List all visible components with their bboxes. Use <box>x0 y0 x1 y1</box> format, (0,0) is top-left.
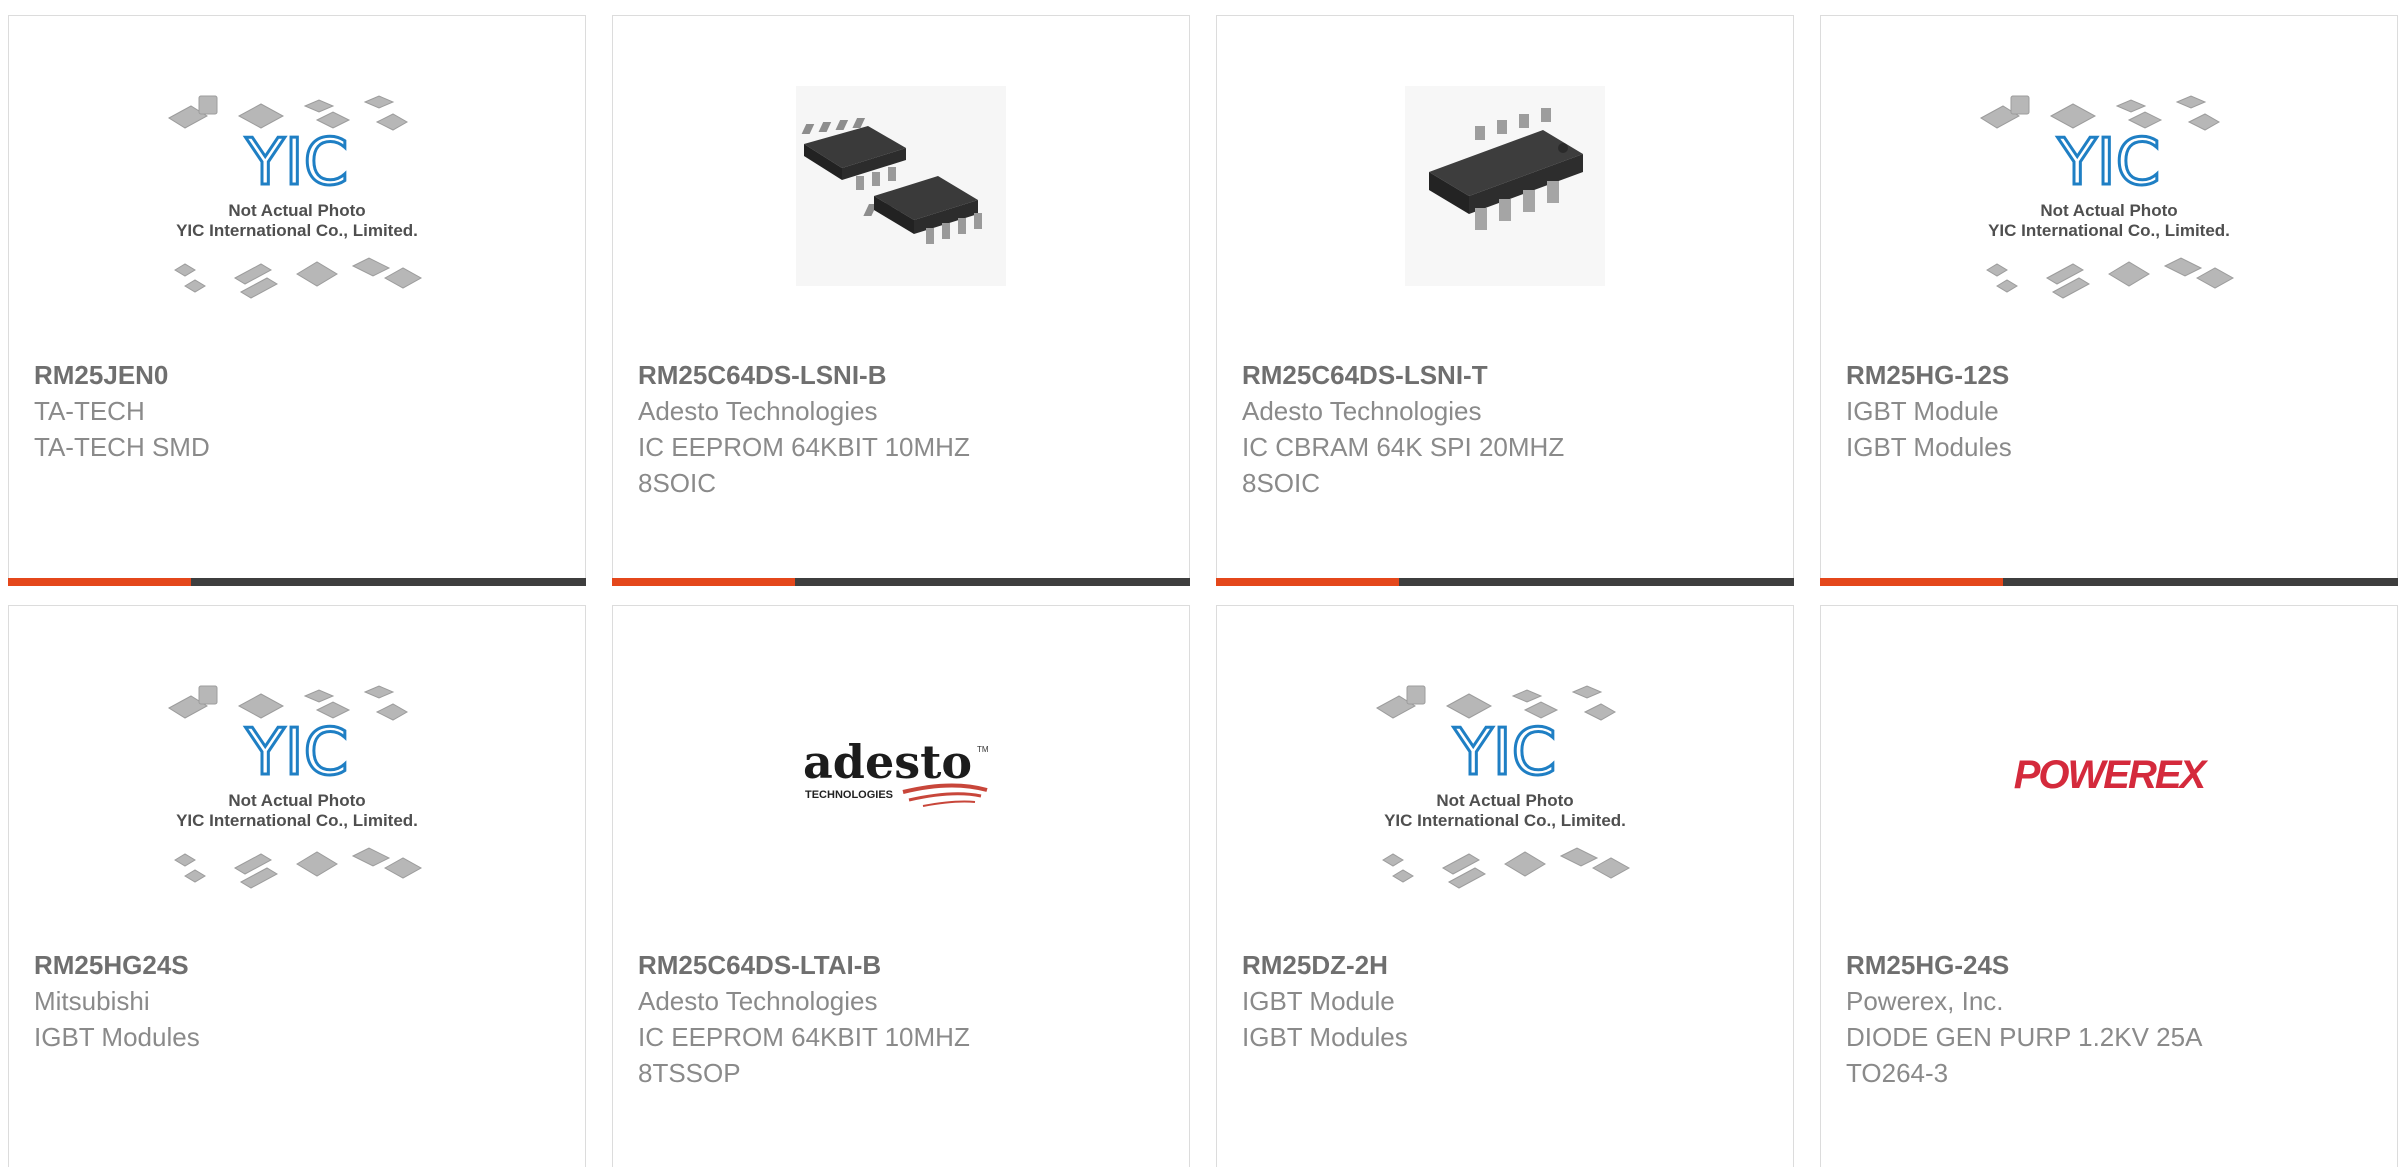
product-card[interactable]: POWEREX RM25HG-24S Powerex, Inc. DIODE G… <box>1820 605 2398 1167</box>
description: IGBT Modules <box>1242 1022 1408 1052</box>
manufacturer: Mitsubishi <box>34 986 150 1016</box>
svg-text:YIC: YIC <box>245 126 349 200</box>
product-card[interactable]: YIC Not Actual Photo YIC International C… <box>8 15 586 586</box>
manufacturer: TA-TECH <box>34 396 145 426</box>
product-card[interactable]: YIC Not Actual Photo YIC International C… <box>1216 605 1794 1167</box>
svg-text:Not Actual Photo: Not Actual Photo <box>228 201 365 220</box>
product-image <box>613 16 1189 356</box>
product-card[interactable]: YIC Not Actual Photo YIC International C… <box>8 605 586 1167</box>
product-image: YIC Not Actual Photo YIC International C… <box>1217 606 1793 946</box>
product-image: YIC Not Actual Photo YIC International C… <box>9 606 585 946</box>
description: IGBT Modules <box>34 1022 200 1052</box>
svg-text:Not Actual Photo: Not Actual Photo <box>1436 791 1573 810</box>
svg-text:TM: TM <box>977 745 989 754</box>
svg-text:adesto: adesto <box>803 736 972 789</box>
manufacturer: Adesto Technologies <box>638 986 878 1016</box>
description: IGBT Modules <box>1846 432 2012 462</box>
product-card[interactable]: RM25C64DS-LSNI-T Adesto Technologies IC … <box>1216 15 1794 586</box>
description: DIODE GEN PURP 1.2KV 25A <box>1846 1022 2203 1052</box>
part-number[interactable]: RM25C64DS-LTAI-B <box>638 947 1169 983</box>
svg-text:YIC International Co., Limited: YIC International Co., Limited. <box>176 811 418 830</box>
product-grid: YIC Not Actual Photo YIC International C… <box>0 0 2400 1167</box>
product-image: YIC Not Actual Photo YIC International C… <box>9 16 585 356</box>
part-number[interactable]: RM25JEN0 <box>34 357 565 393</box>
description: IC CBRAM 64K SPI 20MHZ <box>1242 432 1565 462</box>
powerex-logo: POWEREX <box>2014 753 2211 797</box>
svg-text:YIC: YIC <box>2057 126 2161 200</box>
svg-text:Not Actual Photo: Not Actual Photo <box>2040 201 2177 220</box>
soic8-chip-icon <box>1405 86 1605 286</box>
card-accent-bar <box>612 578 1190 586</box>
svg-text:YIC: YIC <box>245 716 349 790</box>
package: 8SOIC <box>1242 468 1321 498</box>
manufacturer: IGBT Module <box>1846 396 1999 426</box>
yic-placeholder-icon: YIC Not Actual Photo YIC International C… <box>168 95 423 299</box>
svg-text:YIC: YIC <box>1453 716 1557 790</box>
svg-text:Not Actual Photo: Not Actual Photo <box>228 791 365 810</box>
manufacturer: Adesto Technologies <box>638 396 878 426</box>
svg-text:YIC International Co., Limited: YIC International Co., Limited. <box>176 221 418 240</box>
package: 8TSSOP <box>638 1058 741 1088</box>
part-number[interactable]: RM25C64DS-LSNI-B <box>638 357 1169 393</box>
card-accent-bar <box>1820 578 2398 586</box>
product-image <box>1217 16 1793 356</box>
part-number[interactable]: RM25HG-12S <box>1846 357 2377 393</box>
product-image: YIC Not Actual Photo YIC International C… <box>1821 16 2397 356</box>
description: TA-TECH SMD <box>34 432 210 462</box>
yic-placeholder-icon: YIC Not Actual Photo YIC International C… <box>1376 685 1631 889</box>
part-number[interactable]: RM25C64DS-LSNI-T <box>1242 357 1773 393</box>
product-card[interactable]: adesto TM TECHNOLOGIES RM25C64DS-LTAI-B … <box>612 605 1190 1167</box>
card-accent-bar <box>8 578 586 586</box>
svg-text:YIC International Co., Limited: YIC International Co., Limited. <box>1384 811 1626 830</box>
svg-text:YIC International Co., Limited: YIC International Co., Limited. <box>1988 221 2230 240</box>
product-card[interactable]: RM25C64DS-LSNI-B Adesto Technologies IC … <box>612 15 1190 586</box>
part-number[interactable]: RM25DZ-2H <box>1242 947 1773 983</box>
product-image: POWEREX <box>1821 606 2397 946</box>
description: IC EEPROM 64KBIT 10MHZ <box>638 1022 970 1052</box>
product-image: adesto TM TECHNOLOGIES <box>613 606 1189 946</box>
part-number[interactable]: RM25HG-24S <box>1846 947 2377 983</box>
svg-text:TECHNOLOGIES: TECHNOLOGIES <box>805 789 893 801</box>
card-accent-bar <box>1216 578 1794 586</box>
svg-text:POWEREX: POWEREX <box>2014 753 2209 797</box>
package: TO264-3 <box>1846 1058 1949 1088</box>
manufacturer: Adesto Technologies <box>1242 396 1482 426</box>
yic-placeholder-icon: YIC Not Actual Photo YIC International C… <box>1980 95 2235 299</box>
adesto-logo: adesto TM TECHNOLOGIES <box>803 736 989 807</box>
manufacturer: Powerex, Inc. <box>1846 986 2004 1016</box>
soic8-two-chips-icon <box>796 86 1006 286</box>
product-card[interactable]: YIC Not Actual Photo YIC International C… <box>1820 15 2398 586</box>
description: IC EEPROM 64KBIT 10MHZ <box>638 432 970 462</box>
manufacturer: IGBT Module <box>1242 986 1395 1016</box>
package: 8SOIC <box>638 468 717 498</box>
part-number[interactable]: RM25HG24S <box>34 947 565 983</box>
yic-placeholder-icon: YIC Not Actual Photo YIC International C… <box>168 685 423 889</box>
